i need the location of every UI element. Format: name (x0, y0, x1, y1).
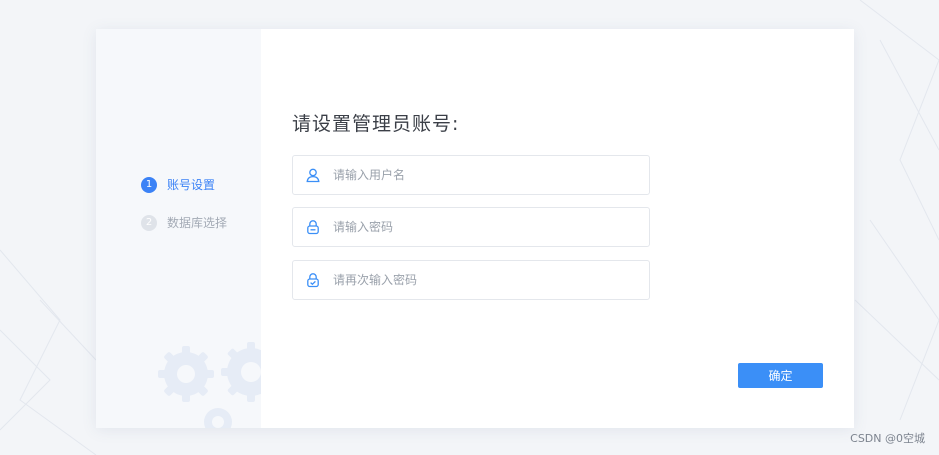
step-label: 数据库选择 (167, 216, 228, 230)
step-number-badge: 1 (141, 176, 157, 193)
step-sidebar: 1 账号设置 2 数据库选择 (96, 29, 261, 428)
step-account-settings: 1 账号设置 (141, 176, 215, 193)
watermark: CSDN @0空城 (850, 432, 925, 445)
gears-illustration (158, 342, 261, 428)
confirm-button[interactable]: 确定 (738, 363, 823, 388)
username-input[interactable] (333, 168, 649, 182)
username-field[interactable] (292, 155, 650, 195)
step-number-badge: 2 (141, 214, 157, 231)
user-icon (305, 167, 321, 183)
password-input[interactable] (333, 220, 649, 234)
confirm-password-field[interactable] (292, 260, 650, 300)
step-database-selection: 2 数据库选择 (141, 214, 227, 231)
password-field[interactable] (292, 207, 650, 247)
confirm-password-input[interactable] (333, 273, 649, 287)
setup-card: 1 账号设置 2 数据库选择 请设置管理员账号: 请输入用户名 确定 (96, 29, 854, 428)
lock-check-icon (305, 272, 321, 288)
step-label: 账号设置 (167, 178, 216, 192)
form-title: 请设置管理员账号: (292, 113, 460, 135)
lock-icon (305, 219, 321, 235)
